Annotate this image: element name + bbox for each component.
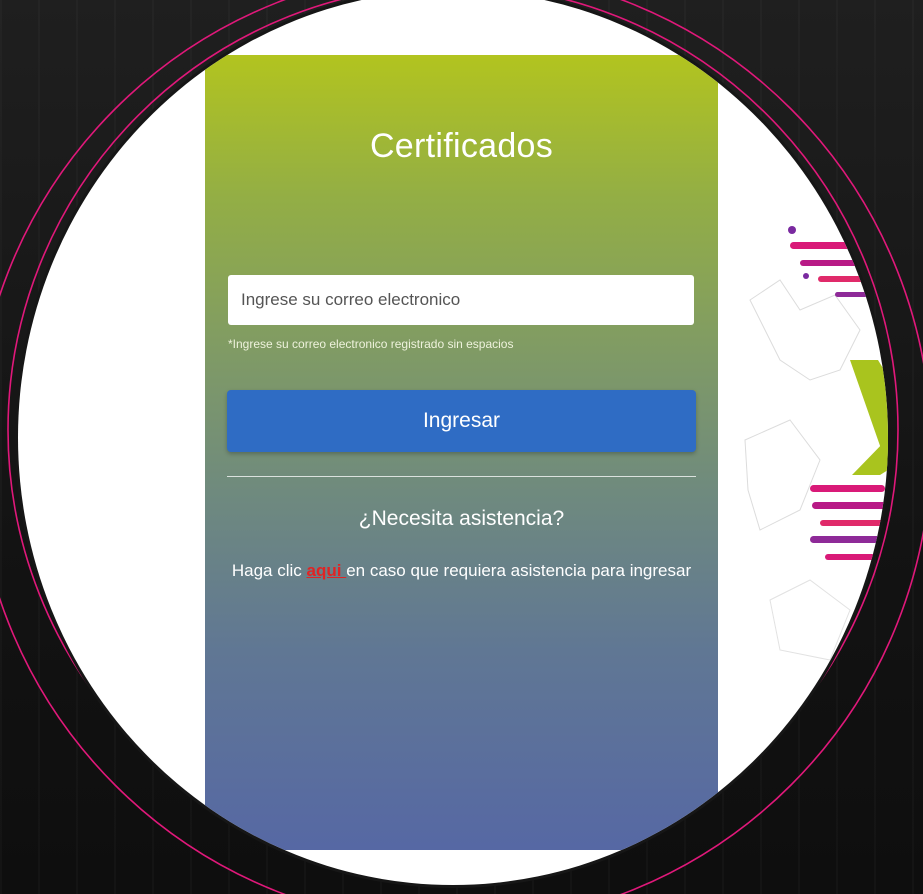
stripes-top [788, 226, 888, 297]
submit-button[interactable]: Ingresar [227, 390, 696, 452]
map-texture-2 [744, 419, 821, 531]
assistance-link[interactable]: aqui [307, 561, 347, 580]
assistance-text-before: Haga clic [231, 561, 307, 580]
assistance-text-after: en caso que requiera asistencia para ing… [346, 561, 692, 580]
email-field[interactable] [228, 275, 694, 325]
brand-graphic [744, 226, 888, 661]
stage: Certificados *Ingrese su correo electron… [0, 0, 923, 894]
assistance-title: ¿Necesita asistencia? [358, 507, 565, 530]
assistance-text: Haga clic aqui en caso que requiera asis… [225, 558, 698, 583]
email-help-text: *Ingrese su correo electronico registrad… [228, 337, 514, 351]
magnified-screen: Certificados *Ingrese su correo electron… [18, 0, 888, 885]
page-title: Certificados [369, 127, 554, 165]
map-texture-3 [769, 579, 851, 661]
stripes-bottom [810, 485, 888, 560]
green-x-mark [850, 360, 888, 475]
divider [227, 476, 696, 477]
login-panel: Certificados *Ingrese su correo electron… [205, 55, 718, 850]
